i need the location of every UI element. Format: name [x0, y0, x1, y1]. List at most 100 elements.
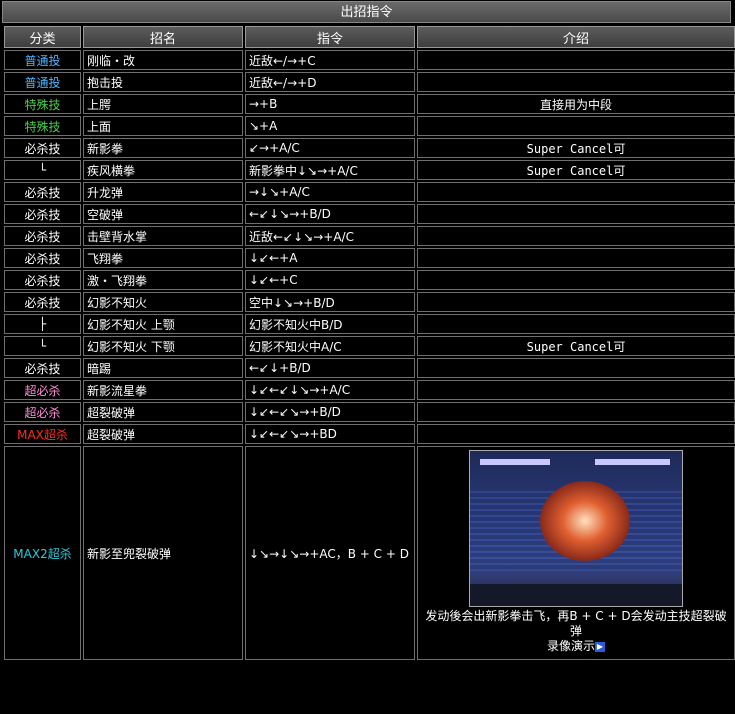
row-move-name: 超裂破弹	[83, 402, 243, 422]
row-description	[417, 424, 735, 444]
row-description	[417, 116, 735, 136]
table-row: └ 疾风横拳 新影拳中↓↘→+A/C Super Cancel可	[4, 160, 735, 180]
table-row: 必杀技 暗踢 ←↙↓+B/D	[4, 358, 735, 378]
page-title: 出招指令	[2, 1, 731, 23]
row-command: ↓↙←↙↓↘→+A/C	[245, 380, 415, 400]
table-row: └ 幻影不知火 下颚 幻影不知火中A/C Super Cancel可	[4, 336, 735, 356]
row-category: 超必杀	[4, 380, 81, 400]
row-command: ↓↘→↓↘→+AC，B + C + D	[245, 446, 415, 660]
table-row: 必杀技 新影拳 ↙→+A/C Super Cancel可	[4, 138, 735, 158]
row-command: ↓↙←+C	[245, 270, 415, 290]
replay-screenshot[interactable]	[469, 450, 683, 607]
row-description	[417, 72, 735, 92]
row-category: 特殊技	[4, 116, 81, 136]
row-category: 必杀技	[4, 182, 81, 202]
row-description	[417, 314, 735, 334]
row-description: 直接用为中段	[417, 94, 735, 114]
table-row: 普通投 抱击投 近敌←/→+D	[4, 72, 735, 92]
fire-effect	[540, 481, 630, 561]
row-category: MAX超杀	[4, 424, 81, 444]
row-move-name: 空破弹	[83, 204, 243, 224]
table-row: 必杀技 升龙弹 →↓↘+A/C	[4, 182, 735, 202]
row-move-name: 幻影不知火 上颚	[83, 314, 243, 334]
row-category: 必杀技	[4, 204, 81, 224]
row-description	[417, 402, 735, 422]
row-command: 新影拳中↓↘→+A/C	[245, 160, 415, 180]
row-description	[417, 182, 735, 202]
row-category: 必杀技	[4, 270, 81, 290]
row-category: ├	[4, 314, 81, 334]
row-category: 必杀技	[4, 292, 81, 312]
row-command: ←↙↓+B/D	[245, 358, 415, 378]
row-category: 超必杀	[4, 402, 81, 422]
table-row: 必杀技 击壁背水掌 近敌←↙↓↘→+A/C	[4, 226, 735, 246]
row-category: 普通投	[4, 50, 81, 70]
row-command: ↓↙←↙↘→+B/D	[245, 402, 415, 422]
row-command: ↙→+A/C	[245, 138, 415, 158]
header-move-name: 招名	[83, 26, 243, 48]
row-move-name: 飞翔拳	[83, 248, 243, 268]
row-move-name: 新影拳	[83, 138, 243, 158]
table-row: 超必杀 新影流星拳 ↓↙←↙↓↘→+A/C	[4, 380, 735, 400]
row-description	[417, 226, 735, 246]
replay-label: 录像演示	[546, 639, 595, 653]
health-bar-right	[595, 459, 670, 465]
row-category: MAX2超杀	[4, 446, 81, 660]
row-move-name: 刚临・改	[83, 50, 243, 70]
table-row: 超必杀 超裂破弹 ↓↙←↙↘→+B/D	[4, 402, 735, 422]
row-description	[417, 270, 735, 290]
row-move-name: 暗踢	[83, 358, 243, 378]
replay-link[interactable]: 录像演示 ▶	[420, 639, 732, 654]
row-description	[417, 50, 735, 70]
row-command: ←↙↓↘→+B/D	[245, 204, 415, 224]
row-command: 近敌←↙↓↘→+A/C	[245, 226, 415, 246]
table-row: 必杀技 飞翔拳 ↓↙←+A	[4, 248, 735, 268]
row-description: Super Cancel可	[417, 336, 735, 356]
row-move-name: 幻影不知火 下颚	[83, 336, 243, 356]
row-move-name: 升龙弹	[83, 182, 243, 202]
row-command: →+B	[245, 94, 415, 114]
row-category: 必杀技	[4, 226, 81, 246]
table-row: ├ 幻影不知火 上颚 幻影不知火中B/D	[4, 314, 735, 334]
move-caption: 发动後会出新影拳击飞，再B + C + D会发动主技超裂破弹	[425, 609, 727, 638]
row-category: 普通投	[4, 72, 81, 92]
row-command: ↓↙←+A	[245, 248, 415, 268]
table-row: MAX超杀 超裂破弹 ↓↙←↙↘→+BD	[4, 424, 735, 444]
row-category: 必杀技	[4, 138, 81, 158]
play-icon[interactable]: ▶	[595, 641, 605, 652]
row-description	[417, 204, 735, 224]
table-row: 特殊技 上腭 →+B 直接用为中段	[4, 94, 735, 114]
row-command: 幻影不知火中A/C	[245, 336, 415, 356]
row-command: ↘+A	[245, 116, 415, 136]
row-move-name: 击壁背水掌	[83, 226, 243, 246]
row-description: Super Cancel可	[417, 138, 735, 158]
row-move-name: 激・飞翔拳	[83, 270, 243, 290]
row-command: 幻影不知火中B/D	[245, 314, 415, 334]
row-command: 近敌←/→+C	[245, 50, 415, 70]
row-move-name: 新影至兜裂破弹	[83, 446, 243, 660]
row-description	[417, 292, 735, 312]
row-move-name: 疾风横拳	[83, 160, 243, 180]
table-row: 普通投 刚临・改 近敌←/→+C	[4, 50, 735, 70]
move-list-table: 分类 招名 指令 介绍 普通投 刚临・改 近敌←/→+C 普通投 抱击投 近敌←/→+D 特…	[2, 24, 735, 662]
row-command: ↓↙←↙↘→+BD	[245, 424, 415, 444]
table-row: 必杀技 激・飞翔拳 ↓↙←+C	[4, 270, 735, 290]
row-description	[417, 380, 735, 400]
row-move-name: 抱击投	[83, 72, 243, 92]
row-move-name: 新影流星拳	[83, 380, 243, 400]
row-category: 必杀技	[4, 358, 81, 378]
row-description	[417, 248, 735, 268]
row-description: 发动後会出新影拳击飞，再B + C + D会发动主技超裂破弹 录像演示 ▶	[417, 446, 735, 660]
table-row-max2: MAX2超杀 新影至兜裂破弹 ↓↘→↓↘→+AC，B + C + D 发动後会出…	[4, 446, 735, 660]
row-description	[417, 358, 735, 378]
row-category: └	[4, 336, 81, 356]
table-row: 特殊技 上面 ↘+A	[4, 116, 735, 136]
row-command: 近敌←/→+D	[245, 72, 415, 92]
health-bar-left	[480, 459, 550, 465]
stage-floor	[470, 584, 682, 606]
row-description: Super Cancel可	[417, 160, 735, 180]
header-category: 分类	[4, 26, 81, 48]
row-category: 必杀技	[4, 248, 81, 268]
row-command: 空中↓↘→+B/D	[245, 292, 415, 312]
row-move-name: 上腭	[83, 94, 243, 114]
